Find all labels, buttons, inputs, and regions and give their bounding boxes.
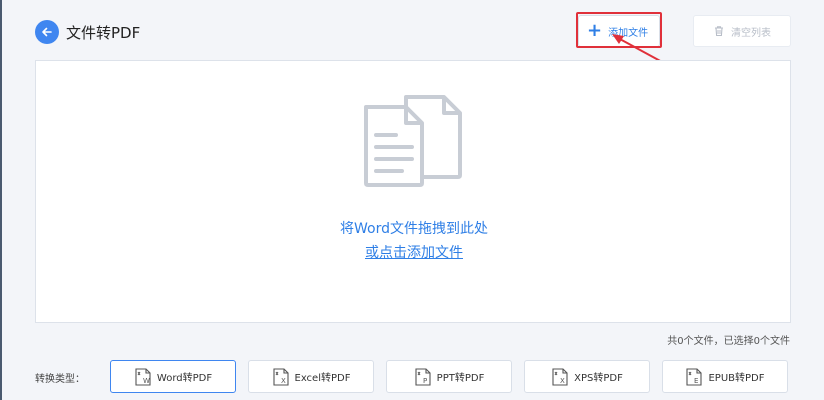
conversion-option-label: EPUB转PDF [708, 373, 765, 384]
excel-file-icon: X [272, 367, 289, 386]
back-button[interactable] [35, 20, 59, 44]
ppt-badge: P [423, 377, 427, 385]
word-file-icon: W [135, 367, 151, 386]
conversion-option-label: Excel转PDF [294, 373, 351, 384]
conversion-option-label: XPS转PDF [574, 373, 623, 384]
xps-badge: X [560, 377, 565, 385]
conversion-option-label: Word转PDF [156, 373, 213, 384]
conversion-option-epub[interactable]: E EPUB转PDF [662, 360, 788, 393]
arrow-left-icon [42, 27, 52, 37]
drop-hint-text: 将Word文件拖拽到此处 [340, 221, 488, 237]
annotation-highlight-box [576, 12, 662, 48]
ppt-file-icon: P [415, 367, 431, 386]
conversion-option-xps[interactable]: X XPS转PDF [524, 360, 650, 393]
conversion-option-word[interactable]: W Word转PDF [110, 360, 236, 393]
xps-file-icon: X [552, 367, 568, 386]
conversion-option-ppt[interactable]: P PPT转PDF [386, 360, 512, 393]
trash-icon [715, 26, 723, 37]
window-edge [0, 0, 2, 400]
documents-icon [364, 95, 462, 187]
epub-file-icon: E [686, 367, 703, 386]
clear-list-label: 清空列表 [731, 27, 771, 39]
word-badge: W [143, 377, 150, 385]
conversion-type-label: 转换类型： [35, 374, 85, 385]
page-title: 文件转PDF [66, 24, 141, 42]
file-count-status: 共0个文件，已选择0个文件 [667, 336, 790, 347]
click-add-file-link[interactable]: 或点击添加文件 [36, 242, 792, 262]
epub-badge: E [694, 377, 698, 385]
excel-badge: X [281, 377, 286, 385]
file-drop-zone[interactable]: 将Word文件拖拽到此处 或点击添加文件 [35, 60, 791, 323]
conversion-option-excel[interactable]: X Excel转PDF [248, 360, 374, 393]
conversion-option-label: PPT转PDF [436, 373, 485, 384]
clear-list-button[interactable]: 清空列表 [693, 15, 791, 47]
